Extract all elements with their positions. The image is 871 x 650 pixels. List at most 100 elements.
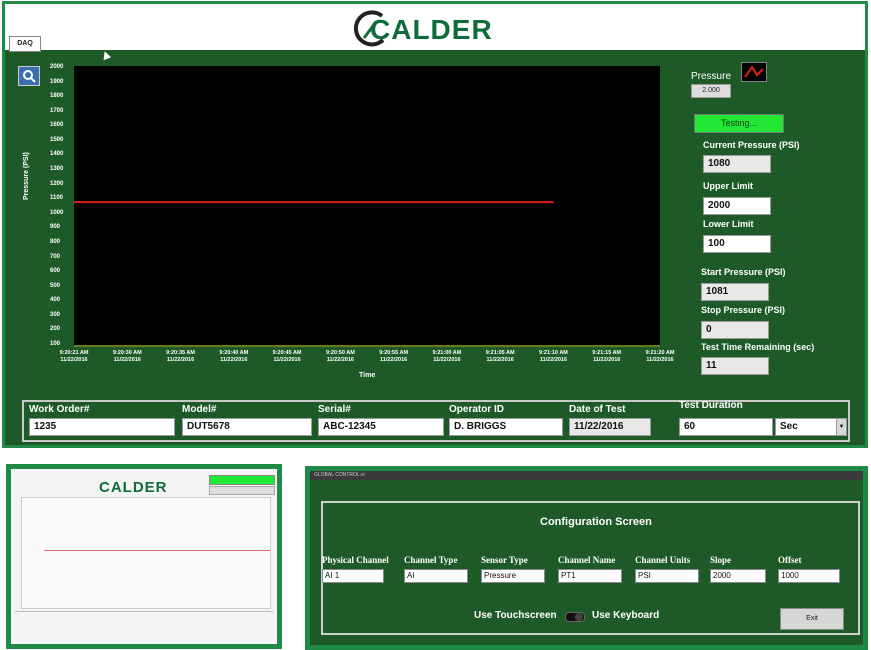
- stop-pressure-value: 0: [701, 321, 769, 339]
- calder-logo: CALDER: [350, 8, 530, 48]
- config-column-field[interactable]: AI: [404, 569, 468, 583]
- config-column-field[interactable]: 1000: [778, 569, 840, 583]
- chart-svg: [74, 201, 660, 347]
- input-mode-toggle[interactable]: [565, 612, 585, 622]
- duration-unit-value: Sec: [780, 421, 798, 432]
- y-tick-label: 2000: [50, 64, 64, 70]
- thumbnail-main-screen: CALDER: [6, 464, 282, 649]
- serial-label: Serial#: [318, 404, 351, 415]
- legend-swatch[interactable]: [741, 62, 767, 82]
- y-tick-label: 300: [50, 311, 61, 318]
- config-column-field[interactable]: PT1: [558, 569, 622, 583]
- y-axis-label: Pressure (PSI): [23, 152, 30, 200]
- upper-limit-label: Upper Limit: [703, 181, 754, 191]
- cursor-icon: [100, 49, 112, 61]
- exit-button[interactable]: Exit: [780, 608, 844, 630]
- y-tick-label: 100: [50, 341, 61, 347]
- operator-label: Operator ID: [449, 404, 505, 415]
- toggle-right-label: Use Keyboard: [592, 610, 660, 621]
- y-tick-label: 1500: [50, 136, 64, 143]
- config-column-label: Slope: [710, 555, 732, 565]
- x-tick-label: 9:20:50 AM 11/22/2016: [325, 350, 355, 363]
- daq-main-screen: CALDER DAQ Pressure (PSI) 2000 1900 1800 17…: [2, 1, 868, 448]
- config-column-label: Channel Units: [635, 555, 691, 565]
- date-label: Date of Test: [569, 404, 626, 415]
- config-title-bar: GLOBAL CONTROL.vi: [310, 471, 863, 480]
- config-column-field[interactable]: PSI: [635, 569, 699, 583]
- config-column-field[interactable]: 2000: [710, 569, 766, 583]
- work-order-field[interactable]: 1235: [29, 418, 175, 436]
- serial-field[interactable]: ABC-12345: [318, 418, 444, 436]
- y-tick-label: 800: [50, 238, 61, 245]
- y-tick-label: 500: [50, 282, 61, 289]
- x-tick-label: 9:20:55 AM 11/22/2016: [379, 350, 409, 363]
- start-pressure-label: Start Pressure (PSI): [701, 267, 786, 277]
- model-field[interactable]: DUT5678: [182, 418, 312, 436]
- status-indicator: Testing...: [694, 114, 784, 133]
- configuration-screen: GLOBAL CONTROL.vi Configuration Screen P…: [310, 471, 863, 645]
- x-tick-label: 9:21:15 AM 11/22/2016: [592, 350, 622, 363]
- config-column-label: Physical Channel: [322, 555, 389, 565]
- x-tick-label: 9:20:40 AM 11/22/2016: [219, 350, 249, 363]
- stop-pressure-label: Stop Pressure (PSI): [701, 305, 786, 315]
- config-column-label: Channel Name: [558, 555, 616, 565]
- pressure-chart: [74, 66, 660, 347]
- duration-unit-select[interactable]: Sec ▼: [775, 418, 847, 436]
- y-tick-label: 600: [50, 268, 61, 275]
- legend-label: Pressure: [691, 71, 732, 82]
- y-tick-label: 1400: [50, 151, 64, 158]
- thumb-info-panel: [15, 611, 273, 642]
- y-tick-label: 1100: [50, 195, 64, 202]
- start-pressure-value: 1081: [701, 283, 769, 301]
- x-ticks: 9:20:21 AM 11/22/2016 9:20:30 AM 11/22/20…: [5, 350, 705, 370]
- y-tick-label: 1600: [50, 122, 64, 129]
- thumb-trace: [44, 550, 270, 551]
- y-tick-label: 400: [50, 297, 61, 304]
- model-label: Model#: [182, 404, 217, 415]
- y-tick-label: 1000: [50, 209, 64, 216]
- time-remaining-label: Test Time Remaining (sec): [701, 342, 815, 352]
- work-order-label: Work Order#: [29, 404, 90, 415]
- x-tick-label: 9:20:35 AM 11/22/2016: [166, 350, 195, 363]
- thumb-chart: [21, 497, 271, 609]
- config-column-label: Sensor Type: [481, 555, 528, 565]
- duration-field[interactable]: 60: [679, 418, 773, 436]
- thumbnail-body: CALDER: [11, 469, 277, 644]
- thumb-logo: CALDER: [99, 479, 168, 496]
- logo-text: CALDER: [370, 14, 493, 45]
- legend-scale-box[interactable]: 2.000: [691, 84, 731, 98]
- y-tick-label: 1300: [50, 166, 64, 173]
- thumb-toolbar: [209, 486, 275, 495]
- x-tick-label: 9:21:20 AM 11/22/2016: [645, 350, 675, 363]
- x-tick-label: 9:21:10 AM 11/22/2016: [539, 350, 568, 363]
- y-tick-label: 1800: [50, 93, 64, 100]
- y-tick-label: 900: [50, 224, 61, 231]
- config-title: Configuration Screen: [540, 516, 652, 528]
- configuration-window: GLOBAL CONTROL.vi Configuration Screen P…: [305, 466, 868, 650]
- toggle-knob: [575, 613, 583, 621]
- y-tick-label: 200: [50, 326, 61, 333]
- y-tick-label: 1700: [50, 107, 64, 114]
- config-column-field[interactable]: AI 1: [322, 569, 384, 583]
- operator-field[interactable]: D. BRIGGS: [449, 418, 563, 436]
- config-column-label: Offset: [778, 555, 802, 565]
- dropdown-arrow-icon: ▼: [836, 419, 846, 435]
- config-column-field[interactable]: Pressure: [481, 569, 545, 583]
- x-tick-label: 9:20:45 AM 11/22/2016: [272, 350, 302, 363]
- toggle-left-label: Use Touchscreen: [474, 610, 557, 621]
- x-tick-label: 9:20:30 AM 11/22/2016: [112, 350, 142, 363]
- upper-limit-field[interactable]: 2000: [703, 197, 771, 215]
- date-field: 11/22/2016: [569, 418, 651, 436]
- y-tick-label: 1900: [50, 78, 64, 85]
- x-tick-label: 9:20:21 AM 11/22/2016: [59, 350, 89, 363]
- logo-band: CALDER: [5, 4, 865, 50]
- y-ticks: 2000 1900 1800 1700 1600 1500 1400 1300 1200 1100…: [35, 4, 71, 354]
- config-column-label: Channel Type: [404, 555, 458, 565]
- current-pressure-value: 1080: [703, 155, 771, 173]
- current-pressure-label: Current Pressure (PSI): [703, 140, 800, 150]
- x-axis-label: Time: [359, 372, 376, 379]
- y-tick-label: 700: [50, 253, 61, 260]
- y-tick-label: 1200: [50, 180, 64, 187]
- lower-limit-field[interactable]: 100: [703, 235, 771, 253]
- time-remaining-value: 11: [701, 357, 769, 375]
